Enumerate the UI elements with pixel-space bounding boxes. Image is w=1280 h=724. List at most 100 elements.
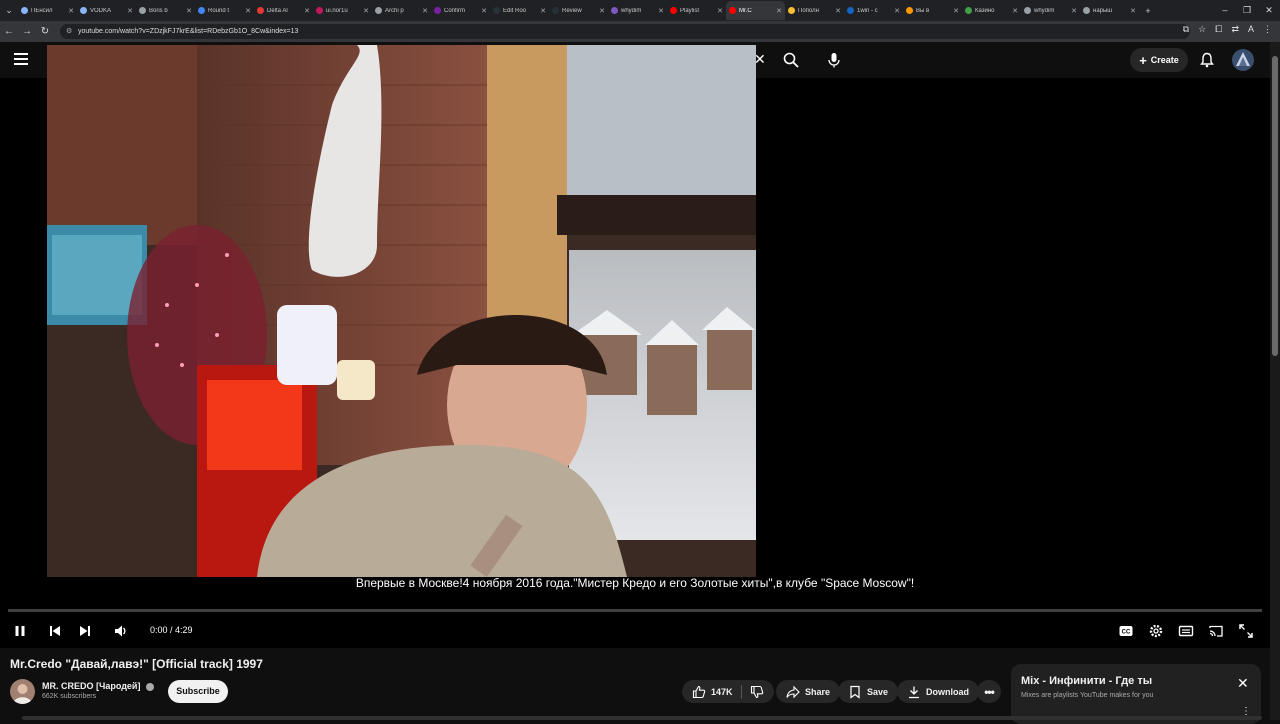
- browser-tab[interactable]: Казино ✕: [962, 1, 1021, 20]
- tab-close-icon[interactable]: ✕: [599, 7, 605, 15]
- tab-close-icon[interactable]: ✕: [481, 7, 487, 15]
- tab-favicon-icon: [729, 7, 736, 14]
- voice-search-icon[interactable]: [826, 52, 842, 68]
- tab-close-icon[interactable]: ✕: [304, 7, 310, 15]
- mix-playlist-panel[interactable]: Mix - Инфинити - Где ты Mixes are playli…: [1011, 664, 1261, 724]
- browser-tab[interactable]: Пополн ✕: [785, 1, 844, 20]
- tab-close-icon[interactable]: ✕: [127, 7, 133, 15]
- browser-tab[interactable]: ui.nor1u ✕: [313, 1, 372, 20]
- tab-close-icon[interactable]: ✕: [540, 7, 546, 15]
- browser-tab[interactable]: whydim ✕: [608, 1, 667, 20]
- channel-name-row[interactable]: MR. CREDO [Чародей]: [42, 681, 154, 691]
- account-avatar[interactable]: [1232, 49, 1254, 71]
- browser-tab[interactable]: Round t ✕: [195, 1, 254, 20]
- browser-tab[interactable]: Вы в ✕: [903, 1, 962, 20]
- browser-tab[interactable]: Boris b ✕: [136, 1, 195, 20]
- tab-close-icon[interactable]: ✕: [953, 7, 959, 15]
- profile-icon[interactable]: ⇄: [1231, 24, 1239, 35]
- pause-icon[interactable]: [12, 623, 28, 639]
- extensions-icon[interactable]: ⧠: [1215, 24, 1222, 35]
- like-count[interactable]: 147K: [711, 687, 733, 697]
- browser-tab[interactable]: нарыш ✕: [1080, 1, 1139, 20]
- tab-close-icon[interactable]: ✕: [68, 7, 74, 15]
- settings-gear-icon[interactable]: [1148, 623, 1164, 639]
- tab-close-icon[interactable]: ✕: [1130, 7, 1136, 15]
- tab-close-icon[interactable]: ✕: [1012, 7, 1018, 15]
- browser-tab[interactable]: Mr.C ✕: [726, 1, 785, 20]
- tab-favicon-icon: [788, 7, 795, 14]
- window-controls: – ❐ ✕: [1214, 0, 1280, 21]
- cast-icon[interactable]: [1208, 623, 1224, 639]
- tab-close-icon[interactable]: ✕: [658, 7, 664, 15]
- tab-search-icon[interactable]: ⌄: [0, 5, 18, 16]
- video-frame[interactable]: [47, 45, 756, 577]
- download-button[interactable]: Download: [897, 680, 979, 703]
- tab-close-icon[interactable]: ✕: [245, 7, 251, 15]
- browser-menu-icon[interactable]: ⋮: [1263, 24, 1272, 35]
- maximize-icon[interactable]: ❐: [1236, 0, 1258, 21]
- minimize-icon[interactable]: –: [1214, 0, 1236, 21]
- tab-favicon-icon: [906, 7, 913, 14]
- browser-tab[interactable]: VODKA ✕: [77, 1, 136, 20]
- bookmark-star-icon[interactable]: ☆: [1198, 24, 1206, 35]
- site-info-icon[interactable]: ⚙: [66, 24, 72, 39]
- tab-close-icon[interactable]: ✕: [776, 7, 782, 15]
- dislike-icon[interactable]: [750, 685, 764, 699]
- tab-close-icon[interactable]: ✕: [717, 7, 723, 15]
- channel-avatar[interactable]: [10, 679, 35, 704]
- new-tab-button[interactable]: +: [1139, 6, 1157, 16]
- next-icon[interactable]: [77, 623, 93, 639]
- share-icon: [786, 685, 800, 698]
- font-icon[interactable]: A: [1248, 24, 1254, 35]
- progress-bar[interactable]: [8, 609, 1262, 612]
- fullscreen-icon[interactable]: [1238, 623, 1254, 639]
- browser-tab[interactable]: ПЕнсил ✕: [18, 1, 77, 20]
- share-button[interactable]: Share: [776, 680, 841, 703]
- video-player[interactable]: Впервые в Москве!4 ноября 2016 года."Мис…: [0, 45, 1270, 648]
- tab-label: ПЕнсил: [31, 7, 53, 14]
- tab-label: 1win - c: [857, 7, 878, 14]
- back-icon[interactable]: ←: [0, 26, 18, 37]
- url-field[interactable]: ⚙ youtube.com/watch?v=ZDzjkFJ7krE&list=R…: [60, 24, 1190, 39]
- tab-label: Пополн: [798, 7, 819, 14]
- tab-label: Delta Al: [267, 7, 288, 14]
- reload-icon[interactable]: ↻: [36, 26, 54, 37]
- tab-close-icon[interactable]: ✕: [422, 7, 428, 15]
- close-mix-icon[interactable]: ✕: [1237, 675, 1249, 692]
- tab-close-icon[interactable]: ✕: [835, 7, 841, 15]
- subscribe-button[interactable]: Subscribe: [168, 680, 228, 703]
- close-window-icon[interactable]: ✕: [1258, 0, 1280, 21]
- tab-close-icon[interactable]: ✕: [894, 7, 900, 15]
- channel-name[interactable]: MR. CREDO [Чародей]: [42, 681, 140, 691]
- like-icon[interactable]: [692, 685, 706, 699]
- save-button[interactable]: Save: [838, 680, 899, 703]
- theater-mode-icon[interactable]: [1178, 623, 1194, 639]
- like-dislike-group: 147K: [682, 680, 774, 703]
- browser-tab[interactable]: Confirm ✕: [431, 1, 490, 20]
- tab-favicon-icon: [434, 7, 441, 14]
- browser-tab[interactable]: whydim ✕: [1021, 1, 1080, 20]
- scrollbar-thumb[interactable]: [1272, 56, 1278, 356]
- tab-close-icon[interactable]: ✕: [186, 7, 192, 15]
- browser-tab[interactable]: Review ✕: [549, 1, 608, 20]
- tab-close-icon[interactable]: ✕: [363, 7, 369, 15]
- guide-menu-icon[interactable]: [14, 53, 28, 65]
- tab-favicon-icon: [611, 7, 618, 14]
- volume-icon[interactable]: [113, 623, 129, 639]
- create-button[interactable]: + Create: [1130, 48, 1188, 72]
- forward-icon[interactable]: →: [18, 26, 36, 37]
- search-icon[interactable]: [783, 52, 799, 68]
- open-in-app-icon[interactable]: ⧉: [1183, 24, 1189, 35]
- captions-icon[interactable]: CC: [1118, 623, 1134, 639]
- previous-icon[interactable]: [47, 623, 63, 639]
- browser-tab[interactable]: Delta Al ✕: [254, 1, 313, 20]
- page-scrollbar[interactable]: [1270, 42, 1280, 720]
- browser-tab[interactable]: Playlist ✕: [667, 1, 726, 20]
- tab-favicon-icon: [1083, 7, 1090, 14]
- browser-tab[interactable]: Archi p ✕: [372, 1, 431, 20]
- browser-tab[interactable]: Edit Roo ✕: [490, 1, 549, 20]
- tab-close-icon[interactable]: ✕: [1071, 7, 1077, 15]
- notifications-bell-icon[interactable]: [1199, 52, 1215, 68]
- browser-tab[interactable]: 1win - c ✕: [844, 1, 903, 20]
- more-actions-button[interactable]: •••: [977, 680, 1001, 703]
